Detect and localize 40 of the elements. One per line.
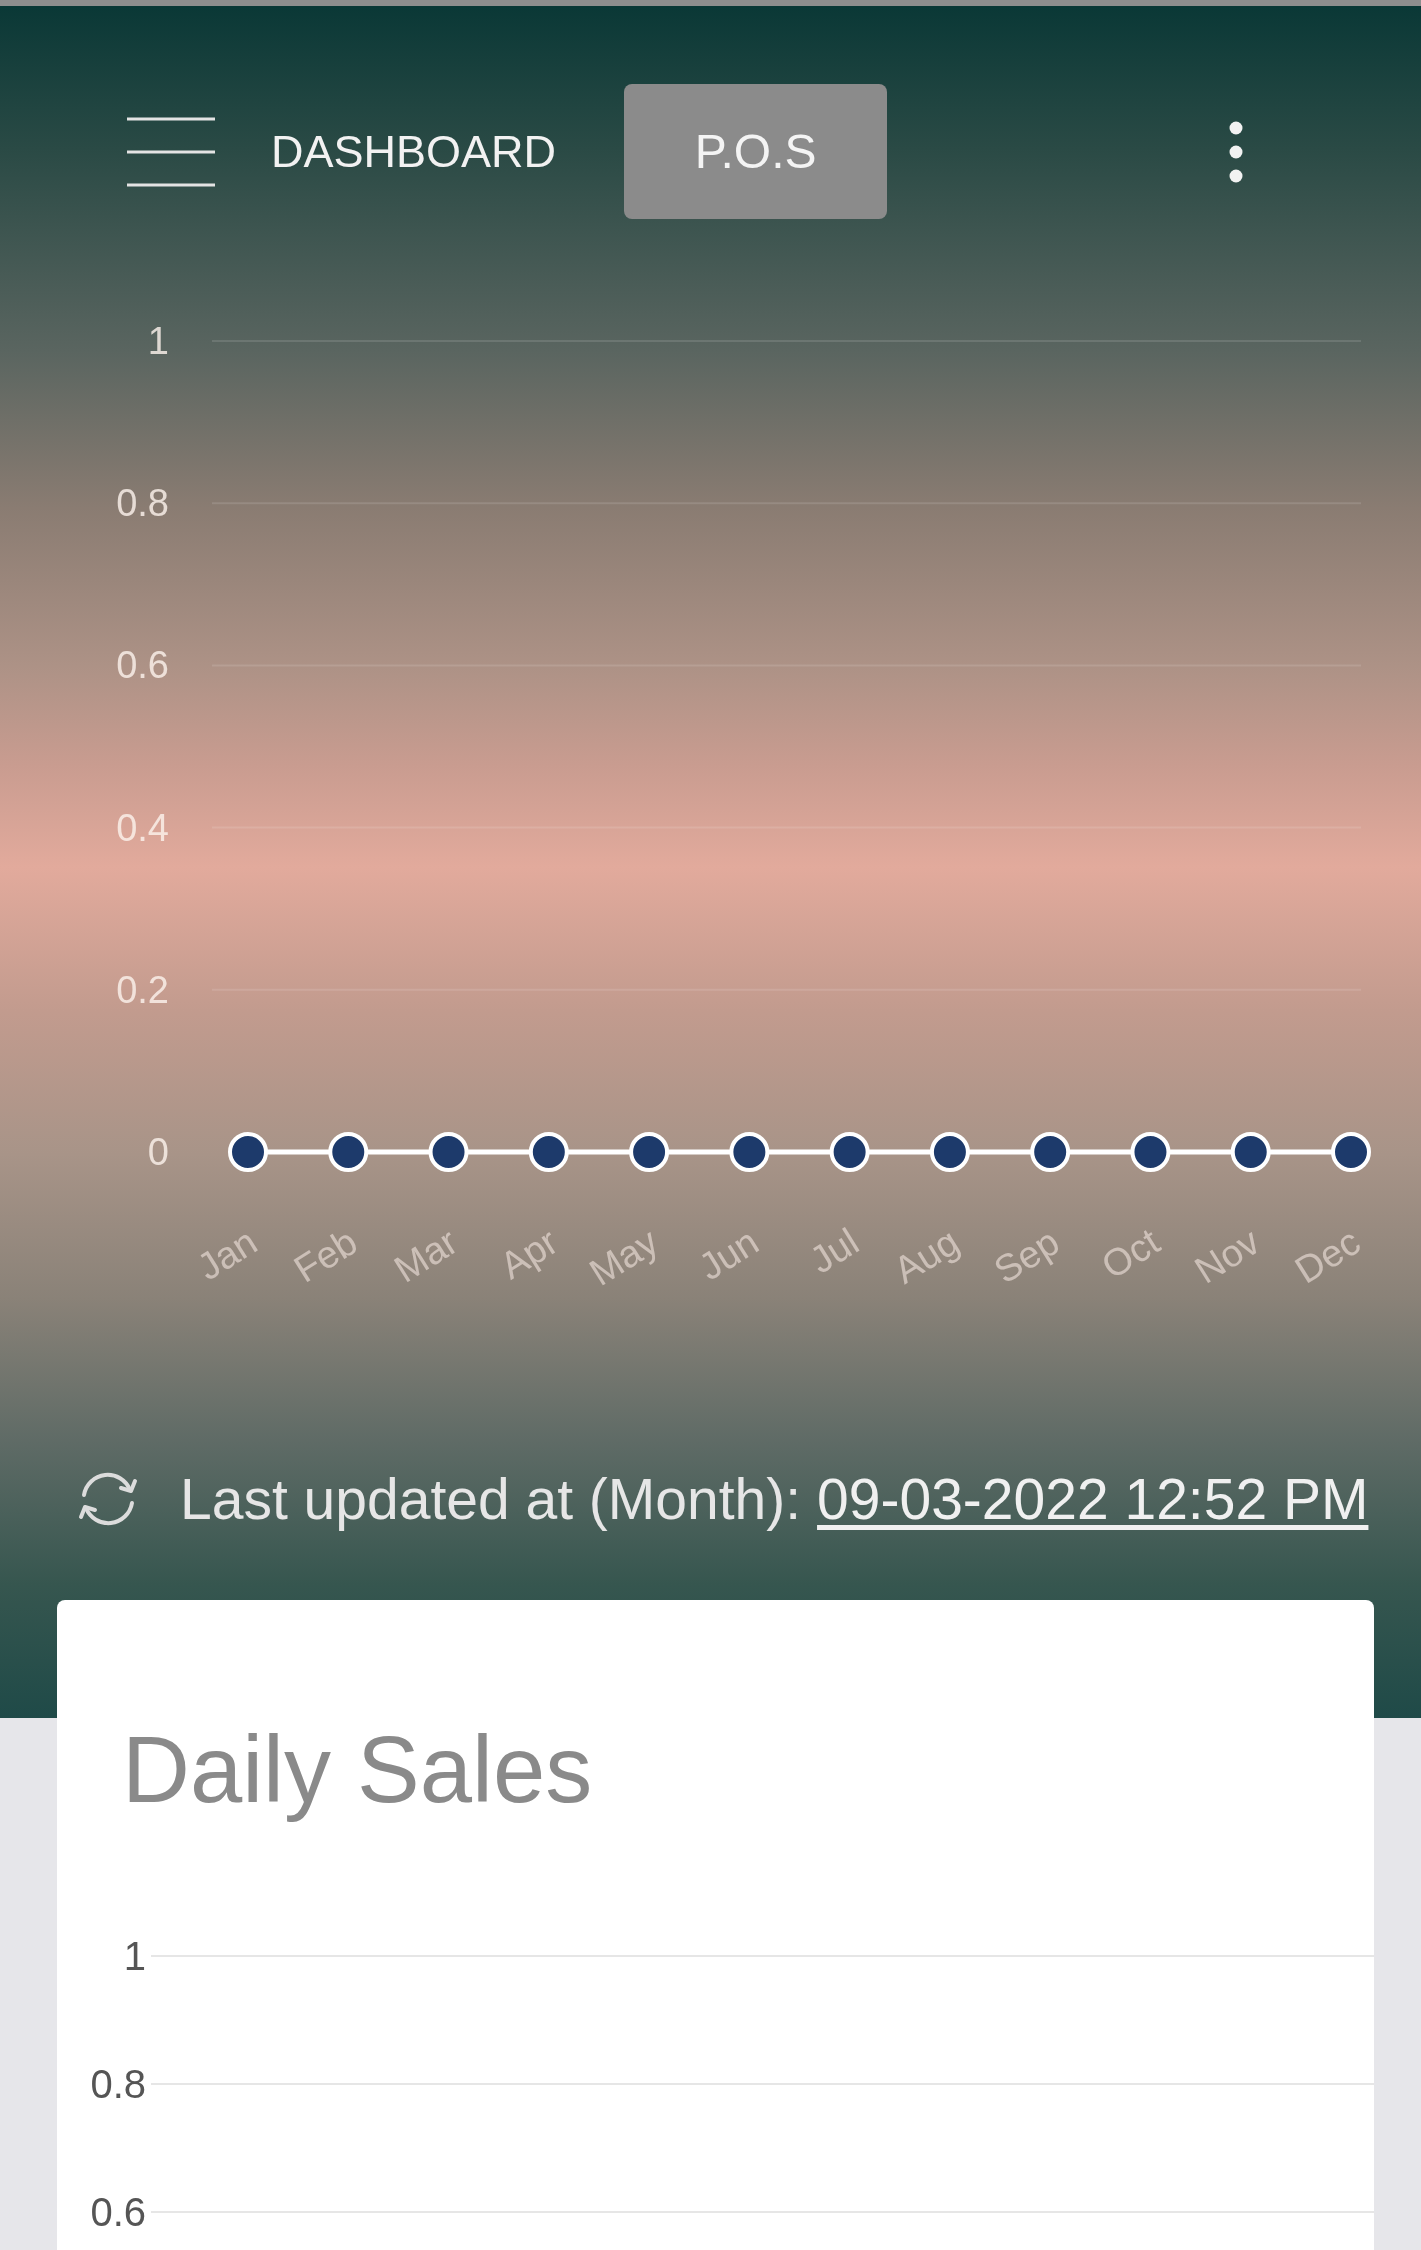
last-updated-label: Last updated at (Month): — [180, 1466, 802, 1532]
data-point — [528, 1132, 569, 1172]
y-axis-label: 1 — [123, 1934, 146, 1978]
y-axis-label: 0.4 — [116, 806, 169, 849]
nav-link[interactable]: DASHBOARD — [271, 125, 557, 178]
y-axis-label: 0.2 — [116, 968, 169, 1011]
data-point — [1130, 1132, 1171, 1172]
x-axis-label: Aug — [886, 1220, 967, 1292]
data-point — [1030, 1132, 1071, 1172]
data-point — [829, 1132, 870, 1172]
data-point — [1230, 1132, 1271, 1172]
menu-icon[interactable] — [126, 116, 216, 187]
x-axis-label: May — [582, 1220, 666, 1294]
data-point — [929, 1132, 970, 1172]
y-axis-label: 0.6 — [116, 644, 169, 687]
y-axis-label: 1 — [147, 320, 169, 362]
x-axis-label: Dec — [1287, 1220, 1368, 1292]
y-axis-label: 0.8 — [116, 482, 169, 525]
nav-button[interactable]: P.O.S — [624, 84, 888, 219]
x-axis-label: Jul — [802, 1220, 866, 1282]
y-axis-label: 0 — [147, 1131, 169, 1173]
y-axis-label: 0.6 — [90, 2190, 146, 2234]
data-point — [428, 1132, 469, 1172]
data-point — [729, 1132, 770, 1172]
x-axis-label: Mar — [387, 1220, 465, 1291]
x-axis-label: Nov — [1187, 1220, 1267, 1292]
x-axis-label: Sep — [986, 1220, 1067, 1292]
x-axis-label: Feb — [286, 1220, 365, 1291]
y-axis-label: 0.8 — [90, 2062, 146, 2106]
x-axis-label: Jun — [691, 1220, 766, 1289]
data-point — [1331, 1132, 1371, 1172]
data-point — [629, 1132, 670, 1172]
more-options-icon[interactable] — [1229, 120, 1243, 183]
x-axis-label: Oct — [1094, 1220, 1167, 1288]
x-axis-label: Jan — [190, 1220, 265, 1289]
card-title: Daily Sales — [122, 1716, 593, 1824]
x-axis-label: Apr — [492, 1220, 566, 1288]
data-point — [228, 1132, 268, 1172]
updated-date-link[interactable]: 09-03-2022 12:52 PM — [817, 1466, 1369, 1532]
data-point — [328, 1132, 369, 1172]
